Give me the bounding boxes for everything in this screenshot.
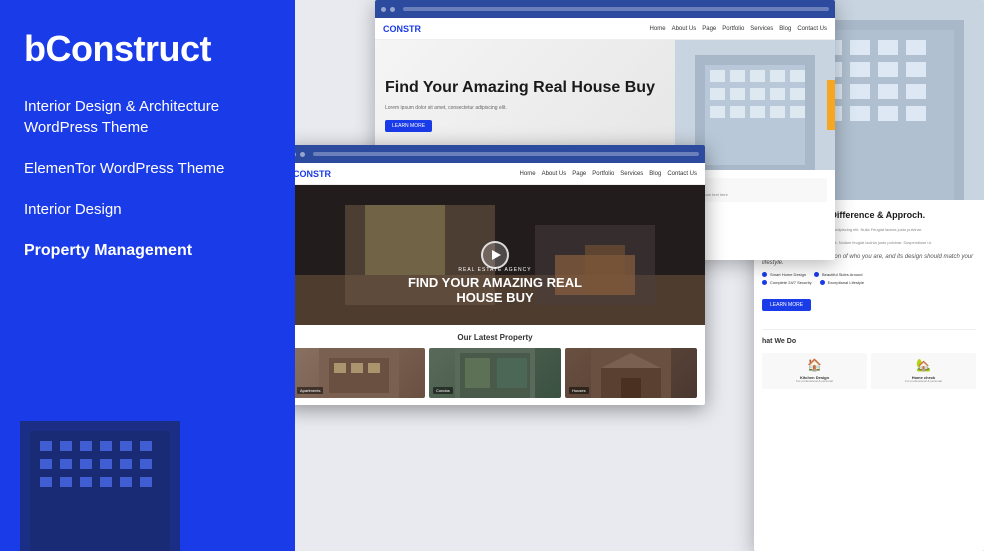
browser-bar-mid [285, 145, 705, 163]
property-title: Our Latest Property [293, 333, 697, 342]
mid-hero-title: FIND YOUR AMAZING REALHOUSE BUY [408, 276, 582, 305]
checkbox-dot-2 [814, 272, 819, 277]
play-icon [492, 250, 501, 260]
nav-blog: Blog [779, 26, 791, 32]
checkbox-3: Complete 24/7 Security [762, 280, 812, 285]
nav-page: Page [702, 26, 716, 32]
checkbox-row-1: Smart Home Design Beautiful Sides Around [762, 272, 976, 277]
card-label-1: Apartments [297, 387, 323, 394]
mid-nav-services: Services [620, 171, 643, 177]
checkbox-label-2: Beautiful Sides Around [822, 272, 862, 277]
mockup-nav-top: CONSTR Home About Us Page Portfolio Serv… [375, 18, 835, 40]
mid-nav-about: About Us [542, 171, 567, 177]
browser-bar-top [375, 0, 835, 18]
hero-title: Find Your Amazing Real House Buy [385, 78, 665, 97]
mid-nav-home: Home [520, 171, 536, 177]
mid-dot-2 [300, 152, 305, 157]
mid-nav-contact: Contact Us [667, 171, 697, 177]
building-decoration [0, 391, 200, 551]
orange-accent [827, 80, 835, 130]
tagline-1: Interior Design & Architecture WordPress… [24, 86, 271, 148]
icon-card-kitchen: 🏠 Kitchen Design For professional & pers… [762, 353, 867, 389]
mid-nav-blog: Blog [649, 171, 661, 177]
mid-nav-portfolio: Portfolio [592, 171, 614, 177]
nav-about: About Us [672, 26, 697, 32]
mid-address-bar [313, 152, 699, 156]
agency-label: REAL ESTATE AGENCY [408, 267, 582, 273]
home-check-icon: 🏡 [875, 358, 972, 372]
checkbox-label-3: Complete 24/7 Security [770, 280, 812, 285]
building-svg [0, 391, 200, 551]
checkbox-dot-1 [762, 272, 767, 277]
kitchen-sub: For professional & personal [766, 380, 863, 384]
address-bar [403, 7, 829, 11]
card-label-3: Houses [569, 387, 589, 394]
property-card-2: Condos [429, 348, 561, 398]
property-cards: Apartments Condos [293, 348, 697, 398]
taglines-list: Interior Design & Architecture WordPress… [24, 86, 271, 272]
tagline-2: ElemenTor WordPress Theme [24, 148, 271, 189]
brand-title: bConstruct [24, 28, 271, 70]
kitchen-icon: 🏠 [766, 358, 863, 372]
mockup-nav-mid: CONSTR Home About Us Page Portfolio Serv… [285, 163, 705, 185]
right-checkboxes: Smart Home Design Beautiful Sides Around… [762, 272, 976, 285]
mid-hero: REAL ESTATE AGENCY FIND YOUR AMAZING REA… [285, 185, 705, 325]
tagline-4: Property Management [24, 230, 271, 272]
nav-items-mid: Home About Us Page Portfolio Services Bl… [520, 171, 697, 177]
right-panel: CONSTR Home About Us Page Portfolio Serv… [285, 0, 984, 551]
card-label-2: Condos [433, 387, 453, 394]
card-3-text: Lorem ipsum text here [688, 192, 822, 197]
nav-home: Home [650, 26, 666, 32]
mockup-logo-top: CONSTR [383, 24, 421, 34]
nav-contact: Contact Us [797, 26, 827, 32]
mockup-logo-mid: CONSTR [293, 169, 331, 179]
tagline-3: Interior Design [24, 189, 271, 230]
bar-dot-1 [381, 7, 386, 12]
home-check-sub: For professional & personal [875, 380, 972, 384]
property-card-1: Apartments [293, 348, 425, 398]
property-section: Our Latest Property Apartments [285, 325, 705, 405]
nav-items-top: Home About Us Page Portfolio Services Bl… [650, 26, 827, 32]
bar-dot-2 [390, 7, 395, 12]
icon-card-home-check: 🏡 Home check For professional & personal [871, 353, 976, 389]
checkbox-label-4: Exceptional Lifestyle [828, 280, 864, 285]
right-divider [762, 329, 976, 330]
play-button[interactable] [481, 241, 509, 269]
card-3-title: Interior [688, 183, 822, 189]
right-icon-cards: 🏠 Kitchen Design For professional & pers… [762, 353, 976, 389]
right-learn-more-btn[interactable]: LEARN MORE [762, 299, 811, 311]
nav-portfolio: Portfolio [722, 26, 744, 32]
mid-hero-text: REAL ESTATE AGENCY FIND YOUR AMAZING REA… [408, 267, 582, 305]
mockup-mid: CONSTR Home About Us Page Portfolio Serv… [285, 145, 705, 405]
checkbox-dot-4 [820, 280, 825, 285]
checkbox-2: Beautiful Sides Around [814, 272, 862, 277]
left-panel: bConstruct Interior Design & Architectur… [0, 0, 295, 551]
hero-btn[interactable]: LEARN MORE [385, 120, 432, 132]
checkbox-4: Exceptional Lifestyle [820, 280, 864, 285]
hero-text: Lorem ipsum dolor sit amet, consectetur … [385, 105, 665, 112]
right-what-title: hat We Do [762, 338, 976, 345]
checkbox-1: Smart Home Design [762, 272, 806, 277]
checkbox-label-1: Smart Home Design [770, 272, 806, 277]
checkbox-dot-3 [762, 280, 767, 285]
property-card-3: Houses [565, 348, 697, 398]
nav-services: Services [750, 26, 773, 32]
mid-nav-page: Page [572, 171, 586, 177]
checkbox-row-2: Complete 24/7 Security Exceptional Lifes… [762, 280, 976, 285]
